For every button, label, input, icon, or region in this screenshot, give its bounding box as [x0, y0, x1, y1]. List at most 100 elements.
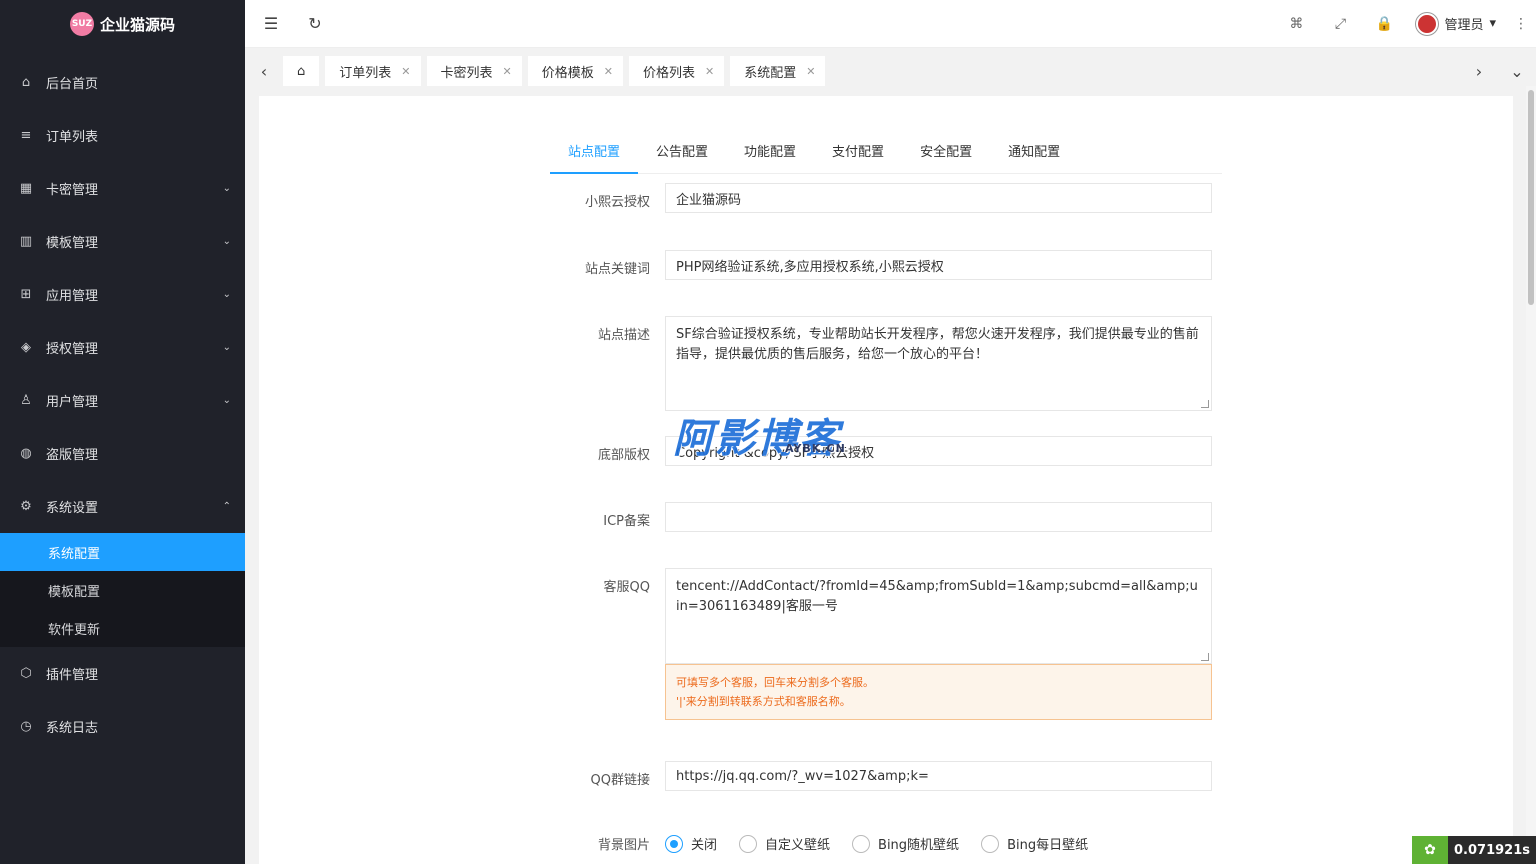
- gear-icon: ⚙: [20, 499, 32, 514]
- tabs-right-controls: › ⌄: [1460, 48, 1536, 94]
- sidebar: SUZ 企业猫源码 ⌂ 后台首页 ≡ 订单列表 ▦ 卡密管理 ⌄ ▥ 模板管理 ⌄ ⊞ 应用管…: [0, 0, 245, 864]
- sidebar-submenu: 系统配置 模板配置 软件更新: [0, 533, 245, 647]
- sidebar-subitem-template-config[interactable]: 模板配置: [0, 571, 245, 609]
- tab-label: 订单列表: [339, 65, 392, 81]
- config-tab-payment[interactable]: 支付配置: [814, 142, 902, 174]
- shield-icon: ◈: [21, 340, 31, 355]
- tab-price-list[interactable]: 价格列表 ✕: [628, 56, 725, 86]
- keywords-input[interactable]: PHP网络验证系统,多应用授权系统,小熙云授权: [665, 250, 1212, 280]
- radio-label: Bing随机壁纸: [878, 838, 960, 853]
- auth-input[interactable]: 企业猫源码: [665, 183, 1212, 213]
- config-tab-notice[interactable]: 公告配置: [638, 142, 726, 174]
- more-icon[interactable]: ⋮: [1506, 0, 1536, 48]
- field-label: 小熙云授权: [584, 195, 650, 210]
- tab-home[interactable]: ⌂: [283, 56, 320, 86]
- tab-system-config[interactable]: 系统配置 ✕: [730, 56, 826, 86]
- sidebar-subitem-software-update[interactable]: 软件更新: [0, 609, 245, 647]
- sidebar-item-piracy[interactable]: ◍ 盗版管理: [0, 427, 245, 480]
- chevron-down-icon: ⌄: [222, 342, 231, 353]
- close-icon[interactable]: ✕: [401, 65, 410, 78]
- field-label: 站点关键词: [584, 262, 650, 277]
- lock-icon[interactable]: 🔒: [1362, 0, 1406, 48]
- sidebar-item-users[interactable]: ♙ 用户管理 ⌄: [0, 374, 245, 427]
- qq-tip: 可填写多个客服，回车来分割多个客服。 '|'来分割到转联系方式和客服名称。: [665, 664, 1212, 720]
- tab-label: 价格模板: [541, 65, 594, 81]
- radio-bg-bing-random[interactable]: Bing随机壁纸: [852, 834, 959, 853]
- close-icon[interactable]: ✕: [503, 65, 512, 78]
- sidebar-item-apps[interactable]: ⊞ 应用管理 ⌄: [0, 268, 245, 321]
- user-menu[interactable]: 管理员 ▾: [1406, 0, 1506, 48]
- qqgroup-input[interactable]: https://jq.qq.com/?_wv=1027&amp;k=: [665, 761, 1212, 791]
- radio-bg-off[interactable]: 关闭: [665, 834, 717, 853]
- clock-icon: ◷: [20, 719, 32, 734]
- sidebar-subitem-system-config[interactable]: 系统配置: [0, 533, 245, 571]
- radio-bg-custom[interactable]: 自定义壁纸: [739, 834, 830, 853]
- tabs: ⌂ 订单列表 ✕ 卡密列表 ✕ 价格模板 ✕ 价格列表 ✕ 系统配置 ✕: [283, 56, 1460, 86]
- app-logo[interactable]: SUZ 企业猫源码: [0, 0, 245, 48]
- sidebar-item-label: 后台首页: [46, 77, 99, 92]
- avatar: [1416, 12, 1439, 35]
- qq-text: tencent://AddContact/?fromId=45&amp;from…: [676, 579, 1198, 614]
- load-timer: ✿ 0.071921s: [1412, 836, 1536, 864]
- field-label: 站点描述: [597, 328, 650, 343]
- tag-icon[interactable]: ⌘: [1274, 0, 1318, 48]
- sidebar-item-label: 卡密管理: [46, 183, 99, 198]
- sidebar-item-logs[interactable]: ◷ 系统日志: [0, 700, 245, 753]
- radio-checked-icon: [665, 834, 683, 853]
- sidebar-item-license[interactable]: ◈ 授权管理 ⌄: [0, 321, 245, 374]
- sidebar-item-plugins[interactable]: ⬡ 插件管理: [0, 647, 245, 700]
- tab-orders[interactable]: 订单列表 ✕: [325, 56, 421, 86]
- sidebar-item-label: 模板管理: [46, 236, 99, 251]
- qq-textarea[interactable]: tencent://AddContact/?fromId=45&amp;from…: [665, 568, 1212, 664]
- radio-label: 自定义壁纸: [765, 838, 831, 853]
- tab-price-templates[interactable]: 价格模板 ✕: [527, 56, 623, 86]
- radio-label: Bing每日壁纸: [1007, 838, 1089, 853]
- field-label: 背景图片: [597, 838, 650, 853]
- fullscreen-icon[interactable]: ⤢: [1318, 0, 1362, 48]
- menu-toggle-icon[interactable]: ☰: [249, 0, 293, 48]
- radio-unchecked-icon: [739, 834, 758, 853]
- scrollbar[interactable]: [1526, 86, 1536, 864]
- tab-cards[interactable]: 卡密列表 ✕: [426, 56, 522, 86]
- qq-tip-line-1: 可填写多个客服，回车来分割多个客服。: [676, 676, 874, 689]
- resize-handle[interactable]: [1201, 400, 1209, 408]
- tabs-next-icon[interactable]: ›: [1460, 48, 1498, 94]
- sidebar-item-cards[interactable]: ▦ 卡密管理 ⌄: [0, 162, 245, 215]
- config-tabs: 站点配置 公告配置 功能配置 支付配置 安全配置 通知配置: [550, 142, 1222, 174]
- radio-label: 关闭: [691, 838, 718, 853]
- close-icon[interactable]: ✕: [604, 65, 613, 78]
- template-icon: ▥: [19, 234, 33, 249]
- sidebar-item-label: 用户管理: [46, 395, 99, 410]
- description-textarea[interactable]: SF综合验证授权系统，专业帮助站长开发程序，帮您火速开发程序，我们提供最专业的售…: [665, 316, 1212, 411]
- chevron-down-icon: ⌄: [222, 236, 231, 247]
- scrollbar-thumb[interactable]: [1528, 90, 1534, 305]
- close-icon[interactable]: ✕: [806, 65, 815, 78]
- sidebar-item-label: 盗版管理: [46, 448, 99, 463]
- sidebar-item-home[interactable]: ⌂ 后台首页: [0, 56, 245, 109]
- refresh-icon[interactable]: ↻: [293, 0, 337, 48]
- tabs-prev-icon[interactable]: ‹: [245, 48, 283, 94]
- icp-input[interactable]: [665, 502, 1212, 532]
- config-tab-security[interactable]: 安全配置: [902, 142, 990, 174]
- close-icon[interactable]: ✕: [705, 65, 714, 78]
- sidebar-item-orders[interactable]: ≡ 订单列表: [0, 109, 245, 162]
- header-actions: ⌘ ⤢ 🔒 管理员 ▾ ⋮: [1274, 0, 1536, 48]
- sidebar-item-templates[interactable]: ▥ 模板管理 ⌄: [0, 215, 245, 268]
- chevron-up-icon: ⌃: [222, 501, 231, 512]
- sidebar-item-system-settings[interactable]: ⚙ 系统设置 ⌃: [0, 480, 245, 533]
- chevron-down-icon: ⌄: [222, 183, 231, 194]
- config-tab-notify[interactable]: 通知配置: [990, 142, 1078, 174]
- field-label: ICP备案: [603, 514, 650, 529]
- caret-down-icon: ▾: [1489, 16, 1496, 31]
- resize-handle[interactable]: [1201, 653, 1209, 661]
- radio-bg-bing-daily[interactable]: Bing每日壁纸: [981, 834, 1088, 853]
- config-tab-site[interactable]: 站点配置: [550, 142, 639, 174]
- sidebar-menu-lower: ⬡ 插件管理 ◷ 系统日志: [0, 647, 245, 753]
- cube-icon: ⬡: [20, 666, 32, 681]
- sidebar-item-label: 系统日志: [46, 721, 99, 736]
- radio-unchecked-icon: [852, 834, 871, 853]
- sidebar-item-label: 授权管理: [46, 342, 99, 357]
- config-tab-feature[interactable]: 功能配置: [726, 142, 814, 174]
- tab-bar: ‹ ⌂ 订单列表 ✕ 卡密列表 ✕ 价格模板 ✕ 价格列表 ✕ 系统配置 ✕ › ⌄: [245, 48, 1536, 94]
- apps-icon: ⊞: [20, 287, 32, 302]
